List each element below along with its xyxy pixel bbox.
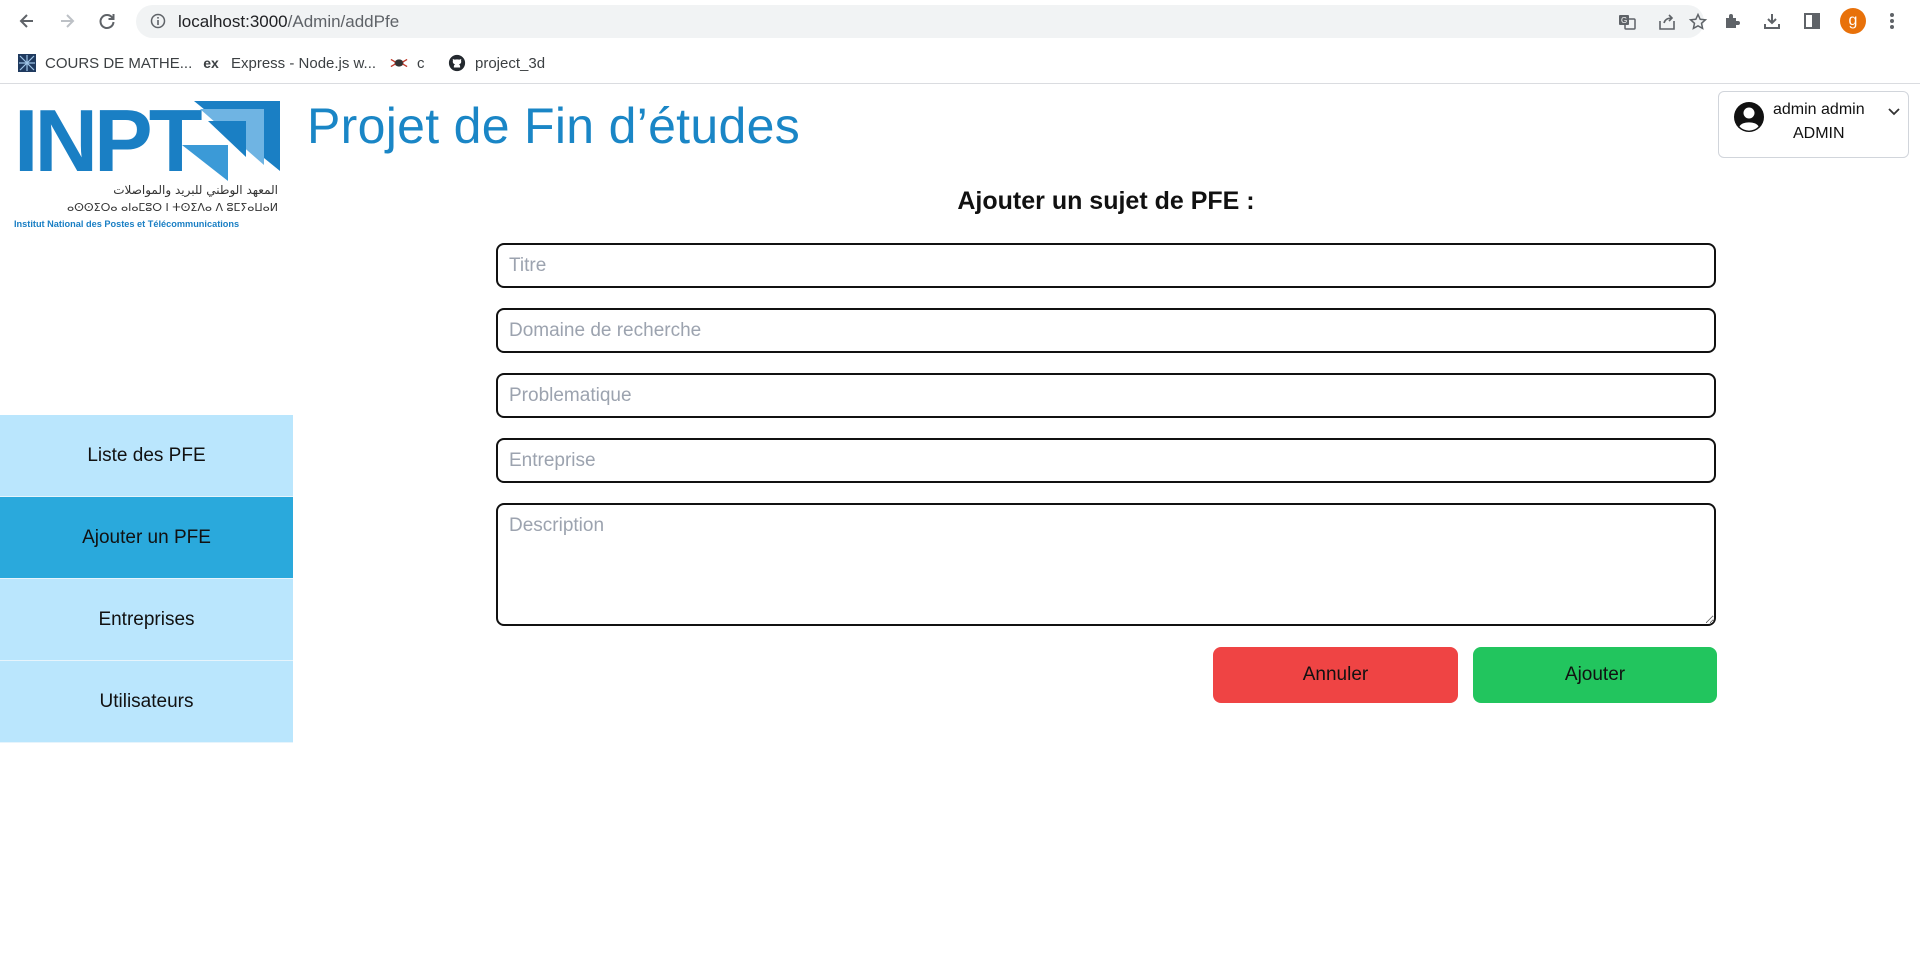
bookmark-item[interactable]: c — [390, 51, 425, 75]
bookmark-item[interactable]: ex Express - Node.js w... — [200, 51, 376, 75]
address-bar[interactable]: localhost:3000/Admin/addPfe G — [136, 5, 1708, 38]
side-panel-icon[interactable] — [1798, 7, 1826, 35]
bookmark-star-icon[interactable] — [1687, 11, 1709, 33]
sidebar-item-utilisateurs[interactable]: Utilisateurs — [0, 661, 293, 743]
extensions-icon[interactable] — [1718, 7, 1746, 35]
user-role: ADMIN — [1793, 125, 1845, 142]
github-icon — [448, 54, 466, 72]
user-name: admin admin — [1773, 101, 1865, 118]
bookmark-item[interactable]: COURS DE MATHE... — [18, 51, 192, 75]
url-text: localhost:3000/Admin/addPfe — [178, 12, 400, 31]
sidebar-item-entreprises[interactable]: Entreprises — [0, 579, 293, 661]
translate-icon[interactable]: G — [1616, 11, 1638, 33]
description-textarea[interactable] — [496, 503, 1716, 626]
logo-subtitle: Institut National des Postes et Télécomm… — [14, 219, 239, 229]
browser-menu-icon[interactable] — [1878, 7, 1906, 35]
domaine-input[interactable] — [496, 308, 1716, 353]
back-icon[interactable] — [12, 6, 42, 36]
add-pfe-button[interactable]: Ajouter — [1473, 647, 1717, 703]
express-favicon-icon: ex — [203, 55, 219, 71]
reload-icon[interactable] — [92, 6, 122, 36]
profile-avatar[interactable]: g — [1840, 8, 1866, 34]
bug-favicon-icon — [390, 54, 408, 72]
form-title: Ajouter un sujet de PFE : — [957, 187, 1255, 215]
bookmark-item[interactable]: project_3d — [448, 51, 545, 75]
page-title: Projet de Fin d’études — [307, 98, 801, 154]
download-icon[interactable] — [1758, 7, 1786, 35]
titre-input[interactable] — [496, 243, 1716, 288]
forward-icon[interactable] — [52, 6, 82, 36]
user-avatar-icon — [1733, 101, 1765, 133]
svg-text:G: G — [1621, 16, 1627, 25]
browser-toolbar: localhost:3000/Admin/addPfe G g — [0, 0, 1920, 42]
bookmarks-bar: COURS DE MATHE... ex Express - Node.js w… — [0, 42, 1920, 84]
entreprise-input[interactable] — [496, 438, 1716, 483]
problematique-input[interactable] — [496, 373, 1716, 418]
site-info-icon[interactable] — [150, 13, 166, 34]
sidebar-nav: Liste des PFE Ajouter un PFE Entreprises… — [0, 415, 293, 743]
logo-arabic-text: المعهد الوطني للبريد والمواصلات — [113, 183, 278, 198]
chevron-down-icon — [1887, 104, 1901, 122]
cancel-button[interactable]: Annuler — [1213, 647, 1458, 703]
logo-main-text: INPT — [14, 99, 202, 190]
sidebar-item-ajouter-pfe[interactable]: Ajouter un PFE — [0, 497, 293, 579]
sidebar-item-liste-pfe[interactable]: Liste des PFE — [0, 415, 293, 497]
grid-favicon-icon — [18, 54, 36, 72]
user-menu-dropdown[interactable]: admin admin ADMIN — [1718, 91, 1909, 158]
inpt-logo[interactable]: INPT المعهد الوطني للبريد والمواصلات ⴰⵙⵙ… — [14, 91, 280, 231]
share-icon[interactable] — [1656, 11, 1678, 33]
logo-tifinagh-text: ⴰⵙⵙⵉⵔⴰ ⴰⵏⴰⵎⵓⵔ ⵏ ⵜⵙⵉⴷⴰ ⴷ ⵓⵎⵢⴰⵡⴰⵍ — [67, 201, 278, 214]
page-content: INPT المعهد الوطني للبريد والمواصلات ⴰⵙⵙ… — [0, 85, 1920, 975]
